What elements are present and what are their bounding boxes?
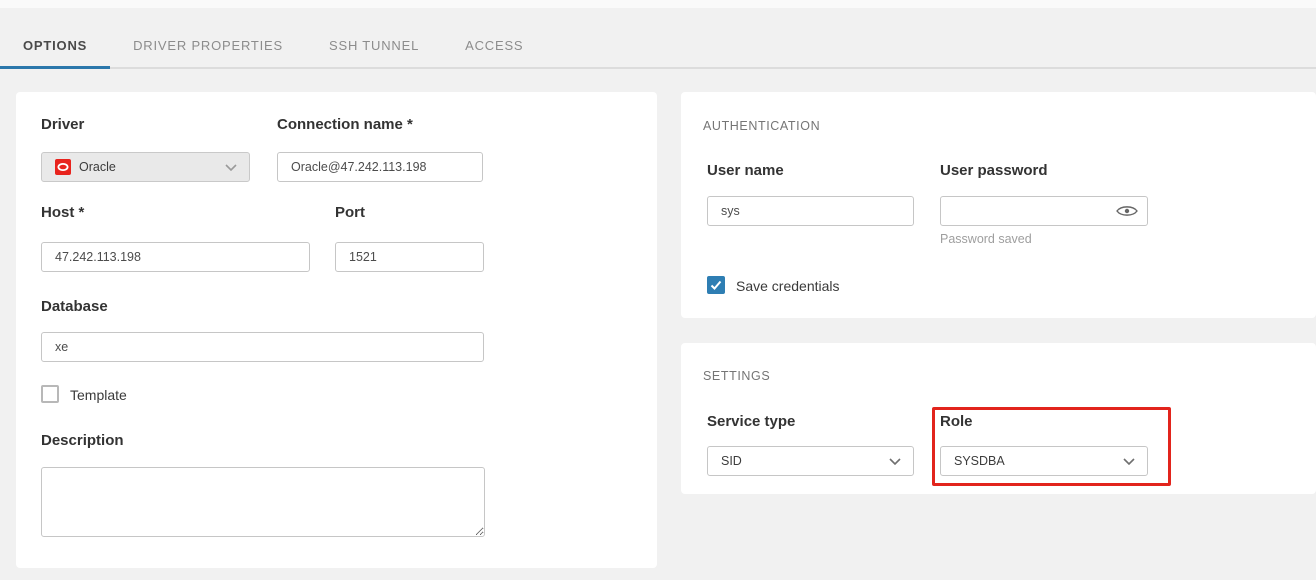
port-input[interactable] — [335, 242, 484, 272]
oracle-logo-icon — [55, 159, 71, 175]
main-options-panel: Driver Oracle Connection name * Host * P… — [16, 92, 657, 568]
service-type-select[interactable]: SID — [707, 446, 914, 476]
template-checkbox[interactable] — [41, 385, 59, 403]
chevron-down-icon — [1123, 458, 1135, 465]
password-saved-hint: Password saved — [940, 232, 1032, 246]
connection-name-input[interactable] — [277, 152, 483, 182]
user-password-field — [940, 196, 1148, 226]
database-input[interactable] — [41, 332, 484, 362]
tab-access[interactable]: ACCESS — [442, 23, 546, 67]
user-name-label: User name — [707, 162, 784, 179]
description-textarea[interactable] — [41, 467, 485, 537]
port-label: Port — [335, 204, 365, 221]
chevron-down-icon — [225, 164, 237, 171]
driver-select[interactable]: Oracle — [41, 152, 250, 182]
database-label: Database — [41, 298, 108, 315]
settings-panel: SETTINGS Service type SID Role SYSDBA — [681, 343, 1316, 494]
user-password-label: User password — [940, 162, 1048, 179]
tab-bar: OPTIONS DRIVER PROPERTIES SSH TUNNEL ACC… — [0, 0, 1316, 69]
save-credentials-label: Save credentials — [736, 278, 840, 294]
tab-ssh-tunnel[interactable]: SSH TUNNEL — [306, 23, 442, 67]
authentication-panel: AUTHENTICATION User name User password P… — [681, 92, 1316, 318]
eye-icon[interactable] — [1116, 204, 1138, 218]
settings-header: SETTINGS — [703, 369, 770, 383]
host-input[interactable] — [41, 242, 310, 272]
host-label: Host * — [41, 204, 84, 221]
driver-select-value: Oracle — [79, 160, 225, 174]
user-name-input[interactable] — [707, 196, 914, 226]
service-type-value: SID — [721, 454, 889, 468]
role-select[interactable]: SYSDBA — [940, 446, 1148, 476]
tab-driver-properties[interactable]: DRIVER PROPERTIES — [110, 23, 306, 67]
role-value: SYSDBA — [954, 454, 1123, 468]
description-label: Description — [41, 432, 124, 449]
driver-label: Driver — [41, 116, 84, 133]
role-label: Role — [940, 413, 973, 430]
template-label: Template — [70, 387, 127, 403]
chevron-down-icon — [889, 458, 901, 465]
connection-settings-screen: OPTIONS DRIVER PROPERTIES SSH TUNNEL ACC… — [0, 0, 1316, 580]
tab-options[interactable]: OPTIONS — [0, 23, 110, 67]
authentication-header: AUTHENTICATION — [703, 119, 820, 133]
save-credentials-checkbox[interactable] — [707, 276, 725, 294]
connection-name-label: Connection name * — [277, 116, 413, 133]
service-type-label: Service type — [707, 413, 795, 430]
